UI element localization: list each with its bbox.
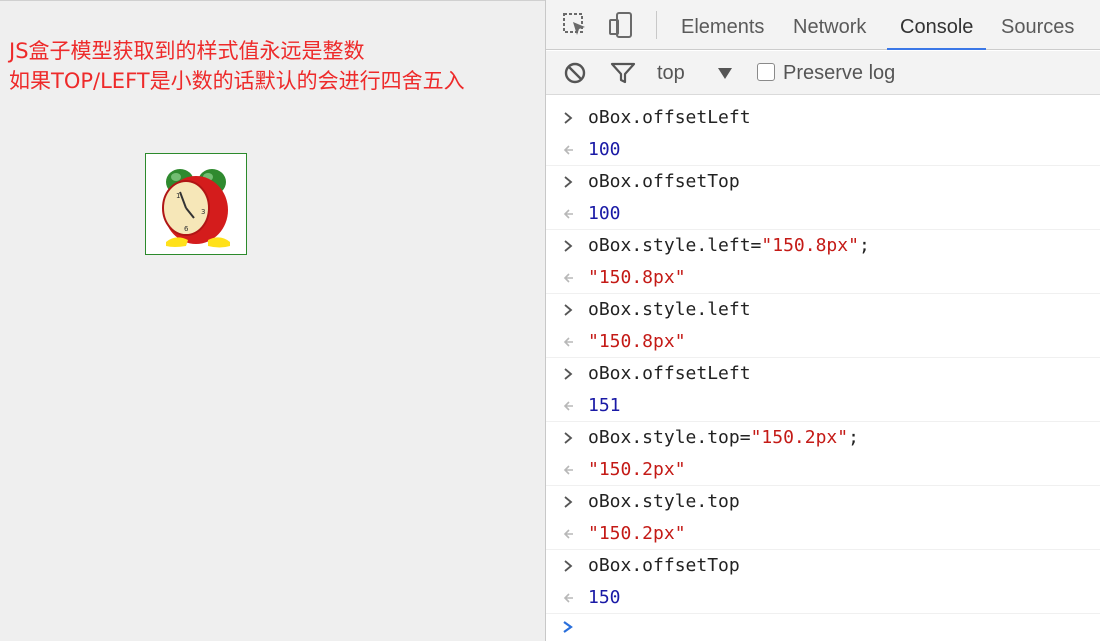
console-result-row: 100: [546, 134, 1100, 166]
result-arrow-icon: [560, 134, 576, 166]
result-arrow-icon: [560, 198, 576, 230]
console-result-row: 151: [546, 390, 1100, 422]
code-semicolon: ;: [848, 427, 859, 448]
console-filter-bar: top Preserve log: [546, 51, 1100, 95]
result-arrow-icon: [560, 582, 576, 614]
console-result-value: 100: [588, 203, 621, 224]
console-input-text: oBox.style.left="150.8px";: [588, 230, 870, 262]
preserve-log-label[interactable]: Preserve log: [783, 51, 895, 95]
device-toolbar-icon[interactable]: [606, 10, 636, 40]
console-input-text: oBox.offsetTop: [588, 555, 740, 576]
console-input-text: oBox.offsetTop: [588, 171, 740, 192]
console-result-row: "150.2px": [546, 454, 1100, 486]
clear-console-icon[interactable]: [561, 59, 589, 87]
input-chevron-icon: [560, 166, 576, 198]
code-string-literal: "150.2px": [750, 427, 849, 448]
tab-network[interactable]: Network: [793, 0, 866, 50]
console-input-row: oBox.style.top="150.2px";: [546, 422, 1100, 454]
preserve-log-checkbox[interactable]: [757, 63, 775, 81]
input-chevron-icon: [560, 486, 576, 518]
obox-element: 1 3 6: [145, 153, 247, 255]
filter-icon[interactable]: [609, 59, 637, 87]
console-input-text: oBox.offsetLeft: [588, 107, 751, 128]
result-arrow-icon: [560, 326, 576, 358]
code-expression: oBox.style.left=: [588, 235, 762, 256]
console-input-text: oBox.style.left: [588, 299, 751, 320]
input-chevron-icon: [560, 230, 576, 262]
input-chevron-icon: [560, 358, 576, 390]
console-result-value: 100: [588, 139, 621, 160]
console-input-row: oBox.offsetTop: [546, 550, 1100, 582]
console-result-value: 151: [588, 395, 621, 416]
console-input-row: oBox.offsetLeft: [546, 102, 1100, 134]
tab-sources[interactable]: Sources: [1001, 0, 1074, 50]
svg-text:6: 6: [184, 225, 189, 233]
console-input-row: oBox.style.top: [546, 486, 1100, 518]
console-input-text: oBox.offsetLeft: [588, 363, 751, 384]
tab-elements[interactable]: Elements: [681, 0, 764, 50]
code-string-literal: "150.8px": [761, 235, 859, 256]
input-chevron-icon: [560, 550, 576, 582]
console-output[interactable]: oBox.offsetLeft 100 oBox.offsetTop 100 oBox.…: [546, 96, 1100, 641]
console-result-row: "150.2px": [546, 518, 1100, 550]
code-semicolon: ;: [858, 235, 870, 256]
input-chevron-icon: [560, 422, 576, 454]
console-result-value: "150.8px": [588, 331, 686, 352]
alarm-clock-icon: 1 3 6: [162, 169, 230, 248]
devtools-toolbar: Elements Network Console Sources: [546, 0, 1100, 50]
prompt-chevron-icon: [560, 611, 576, 641]
console-result-value: "150.2px": [588, 459, 686, 480]
note-line-1: JS盒子模型获取到的样式值永远是整数: [9, 39, 365, 63]
console-input-row: oBox.offsetTop: [546, 166, 1100, 198]
console-result-value: "150.2px": [588, 523, 686, 544]
svg-text:1: 1: [176, 192, 180, 200]
toolbar-divider: [656, 11, 657, 39]
result-arrow-icon: [560, 390, 576, 422]
console-result-row: "150.8px": [546, 262, 1100, 294]
code-expression: oBox.style.top=: [588, 427, 751, 448]
page-viewport: JS盒子模型获取到的样式值永远是整数 如果TOP/LEFT是小数的话默认的会进行…: [0, 0, 545, 641]
context-dropdown-icon[interactable]: [711, 59, 739, 87]
console-input-row: oBox.offsetLeft: [546, 358, 1100, 390]
console-input-text: oBox.style.top="150.2px";: [588, 422, 859, 454]
console-input-row: oBox.style.left: [546, 294, 1100, 326]
console-prompt[interactable]: [546, 614, 1100, 641]
console-result-row: "150.8px": [546, 326, 1100, 358]
svg-text:3: 3: [201, 208, 205, 216]
tab-console[interactable]: Console: [886, 0, 987, 50]
console-result-value: 150: [588, 587, 621, 608]
result-arrow-icon: [560, 454, 576, 486]
console-result-value: "150.8px": [588, 267, 686, 288]
console-result-row: 100: [546, 198, 1100, 230]
input-chevron-icon: [560, 102, 576, 134]
devtools-panel: Elements Network Console Sources top Pre…: [545, 0, 1100, 641]
inspect-element-icon[interactable]: [560, 10, 590, 40]
input-chevron-icon: [560, 294, 576, 326]
result-arrow-icon: [560, 262, 576, 294]
console-result-row: 150: [546, 582, 1100, 614]
console-input-row: oBox.style.left="150.8px";: [546, 230, 1100, 262]
context-selector[interactable]: top: [657, 51, 685, 95]
console-input-text: oBox.style.top: [588, 491, 740, 512]
result-arrow-icon: [560, 518, 576, 550]
note-line-2: 如果TOP/LEFT是小数的话默认的会进行四舍五入: [9, 69, 465, 93]
